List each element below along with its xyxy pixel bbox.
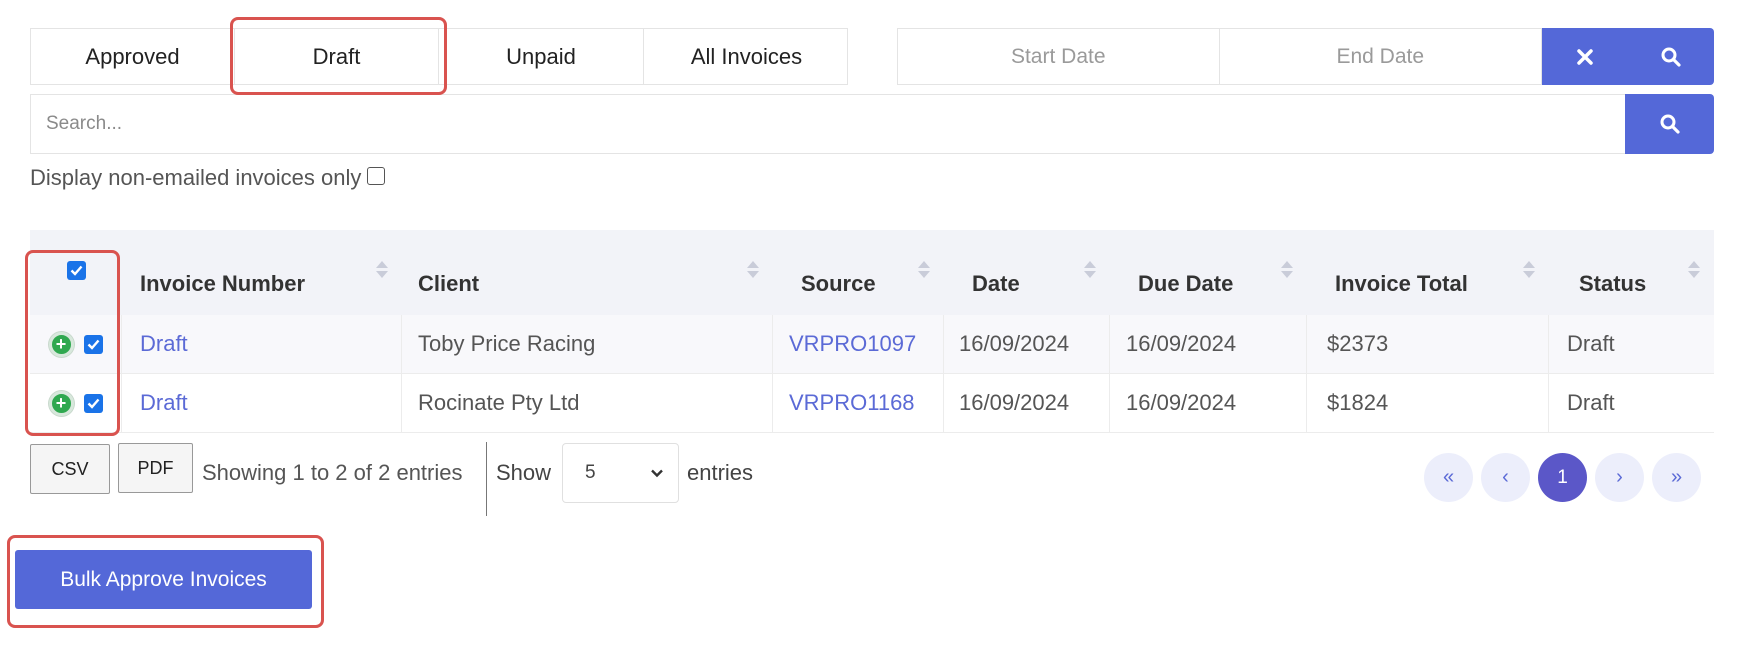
search-icon	[1660, 114, 1680, 134]
expand-plus-icon[interactable]: +	[48, 331, 74, 357]
divider	[486, 442, 487, 516]
search-icon	[1661, 47, 1681, 67]
csv-export-button[interactable]: CSV	[30, 444, 110, 494]
invoice-link[interactable]: Draft	[140, 390, 188, 416]
entries-label: entries	[687, 460, 754, 485]
invoices-table: Invoice Number Client Source Date Due Da…	[30, 230, 1714, 433]
date-cell: 16/09/2024	[944, 315, 1110, 373]
date-filter-buttons	[1542, 28, 1714, 85]
invoice-number-cell: Draft	[122, 374, 402, 432]
row-select-cell: +	[30, 374, 122, 432]
sort-icon	[1523, 261, 1535, 278]
col-client[interactable]: Client	[402, 230, 773, 315]
status-cell: Draft	[1567, 331, 1615, 356]
col-invoice-total[interactable]: Invoice Total	[1307, 230, 1549, 315]
clear-date-button[interactable]	[1542, 28, 1628, 85]
invoice-total-cell: $2373	[1307, 315, 1549, 373]
col-invoice-total-label: Invoice Total	[1335, 270, 1468, 296]
select-all-checkbox[interactable]	[66, 261, 86, 280]
page-size-value: 5	[585, 462, 596, 483]
first-page-button[interactable]: «	[1424, 453, 1473, 502]
sort-icon	[1281, 261, 1293, 278]
page-size-select[interactable]: 5	[562, 443, 679, 503]
date-cell: 16/09/2024	[944, 374, 1110, 432]
row-checkbox[interactable]	[83, 334, 103, 354]
bulk-approve-button[interactable]: Bulk Approve Invoices	[15, 550, 312, 609]
search-button[interactable]	[1625, 94, 1714, 154]
source-cell: VRPRO1097	[773, 315, 944, 373]
last-page-button[interactable]: »	[1652, 453, 1701, 502]
non-emailed-filter: Display non-emailed invoices only	[30, 165, 386, 191]
non-emailed-label: Display non-emailed invoices only	[30, 165, 362, 190]
non-emailed-checkbox[interactable]	[367, 167, 386, 185]
start-date-input[interactable]	[898, 29, 1220, 84]
pagination: « ‹ 1 › »	[1424, 453, 1701, 503]
entries-info: Showing 1 to 2 of 2 entries	[202, 460, 463, 485]
source-link[interactable]: VRPRO1168	[789, 390, 915, 416]
tab-all-invoices[interactable]: All Invoices	[644, 29, 849, 84]
page-1-button[interactable]: 1	[1538, 453, 1587, 502]
times-icon	[1577, 48, 1593, 65]
col-status[interactable]: Status	[1549, 230, 1714, 315]
source-cell: VRPRO1168	[773, 374, 944, 432]
row-checkbox[interactable]	[83, 393, 103, 413]
select-all-cell	[30, 230, 122, 315]
col-invoice-number[interactable]: Invoice Number	[122, 230, 402, 315]
client-cell: Rocinate Pty Ltd	[402, 374, 773, 432]
expand-plus-icon[interactable]: +	[48, 390, 74, 416]
search-input[interactable]	[31, 95, 1658, 153]
check-icon	[87, 398, 99, 409]
due-date-cell: 16/09/2024	[1110, 374, 1307, 432]
col-date[interactable]: Date	[944, 230, 1110, 315]
sort-icon	[1688, 261, 1700, 278]
col-date-label: Date	[972, 270, 1020, 296]
col-source-label: Source	[801, 270, 876, 296]
source-link[interactable]: VRPRO1097	[789, 331, 916, 357]
invoice-tabs: Approved Draft Unpaid All Invoices	[30, 28, 848, 85]
client-cell: Toby Price Racing	[402, 315, 773, 373]
tab-approved[interactable]: Approved	[31, 29, 235, 84]
invoice-total-cell: $1824	[1307, 374, 1549, 432]
row-select-cell: +	[30, 315, 122, 373]
chevron-down-icon	[651, 469, 663, 478]
tab-unpaid[interactable]: Unpaid	[439, 29, 644, 84]
table-header: Invoice Number Client Source Date Due Da…	[30, 230, 1714, 315]
check-icon	[87, 339, 99, 350]
col-source[interactable]: Source	[773, 230, 944, 315]
col-client-label: Client	[418, 270, 480, 296]
col-due-date[interactable]: Due Date	[1110, 230, 1307, 315]
sort-icon	[1084, 261, 1096, 278]
tab-draft[interactable]: Draft	[235, 29, 439, 84]
col-due-date-label: Due Date	[1138, 270, 1234, 296]
sort-icon	[747, 261, 759, 278]
col-invoice-number-label: Invoice Number	[140, 270, 306, 296]
invoice-number-cell: Draft	[122, 315, 402, 373]
search-bar	[30, 94, 1658, 154]
show-label: Show	[496, 460, 552, 485]
invoice-link[interactable]: Draft	[140, 331, 188, 357]
table-row: + Draft Rocinate Pty Ltd VRPRO1168 16/09…	[30, 374, 1714, 433]
end-date-input[interactable]	[1219, 29, 1541, 84]
pdf-export-button[interactable]: PDF	[118, 443, 193, 493]
due-date-cell: 16/09/2024	[1110, 315, 1307, 373]
next-page-button[interactable]: ›	[1595, 453, 1644, 502]
status-cell: Draft	[1567, 390, 1615, 415]
prev-page-button[interactable]: ‹	[1481, 453, 1530, 502]
sort-icon	[918, 261, 930, 278]
table-row: + Draft Toby Price Racing VRPRO1097 16/0…	[30, 315, 1714, 374]
date-search-button[interactable]	[1628, 28, 1714, 85]
col-status-label: Status	[1579, 270, 1647, 296]
sort-icon	[376, 261, 388, 278]
date-range	[897, 28, 1542, 85]
check-icon	[70, 265, 82, 276]
